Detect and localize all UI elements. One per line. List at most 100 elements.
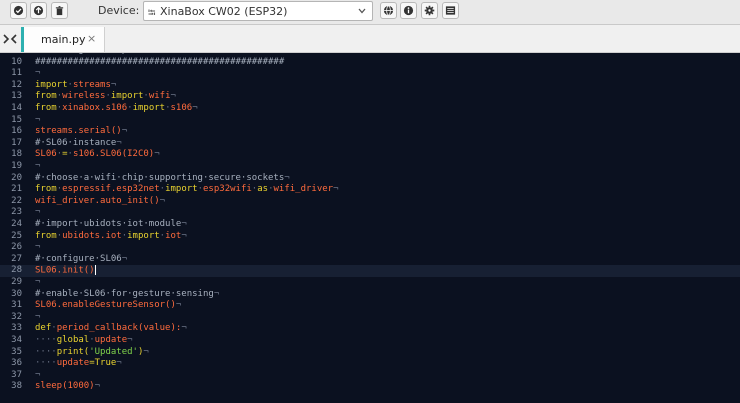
- code-token: import: [110, 91, 144, 102]
- info-button[interactable]: [400, 2, 417, 19]
- code-line[interactable]: 15 ¬: [0, 115, 740, 127]
- code-token: ····: [35, 358, 57, 369]
- line-number: 20: [11, 172, 22, 183]
- chevron-down-icon: [358, 8, 366, 14]
- settings-button[interactable]: [421, 2, 438, 19]
- code-line[interactable]: 23 ¬: [0, 207, 740, 219]
- code-token: ¬: [127, 335, 133, 345]
- code-line[interactable]: 31 SL06.enableGestureSensor()¬: [0, 300, 740, 312]
- code-token: ¬: [333, 184, 339, 195]
- text-cursor: [94, 265, 96, 276]
- code-line[interactable]: 10 ######################################…: [0, 57, 740, 69]
- clean-button[interactable]: [51, 2, 68, 19]
- code-line[interactable]: 22 wifi_driver.auto_init()¬: [0, 196, 740, 208]
- code-token: xinabox.s106: [62, 103, 128, 113]
- code-line[interactable]: 35 ····print('Updated')¬: [0, 347, 740, 359]
- code-text: SL06.init(): [35, 265, 96, 277]
- code-token: esp32wifi: [203, 184, 252, 195]
- code-token: ¬: [35, 311, 41, 322]
- sidebar-toggle[interactable]: [0, 25, 20, 52]
- code-line[interactable]: 18 SL06·=·s106.SL06(I2C0)¬: [0, 149, 740, 161]
- upload-button[interactable]: [30, 2, 47, 19]
- code-token: #·import·ubidots·iot·module: [35, 219, 182, 229]
- code-token: 'Updated': [89, 346, 138, 357]
- code-line[interactable]: 13 from·wireless·import·wifi¬: [0, 91, 740, 103]
- code-token: ¬: [170, 91, 176, 102]
- code-text: ¬: [35, 312, 40, 324]
- line-number: 11: [11, 68, 22, 79]
- code-token: s106.SL06(I2C0): [72, 149, 155, 160]
- code-line[interactable]: 17 #·SL06·instance¬: [0, 138, 740, 150]
- line-number: 29: [11, 277, 22, 287]
- device-select[interactable]: ⭾ XinaBox CW02 (ESP32): [143, 1, 373, 21]
- code-line[interactable]: 38 sleep(1000)¬: [0, 381, 740, 393]
- line-number: 10: [11, 56, 22, 67]
- code-line[interactable]: 32 ¬: [0, 312, 740, 324]
- tab-bar: main.py ×: [0, 25, 740, 53]
- code-line[interactable]: 24 #·import·ubidots·iot·module¬: [0, 219, 740, 231]
- code-text: from·wireless·import·wifi¬: [35, 91, 176, 103]
- code-token: ¬: [116, 358, 122, 369]
- code-token: ¬: [35, 207, 41, 218]
- code-line[interactable]: 28 SL06.init(): [0, 265, 740, 277]
- code-line[interactable]: 14 from·xinabox.s106·import·s106¬: [0, 103, 740, 115]
- code-token: wifi_driver.auto_init(): [35, 195, 160, 206]
- code-line[interactable]: 36 ····update=True¬: [0, 358, 740, 370]
- code-line[interactable]: 25 from·ubidots.iot·import·iot¬: [0, 231, 740, 243]
- code-token: ¬: [35, 114, 41, 125]
- code-token: from: [35, 103, 57, 113]
- tab-main-py[interactable]: main.py ×: [21, 27, 105, 52]
- code-token: import: [127, 230, 160, 241]
- code-line[interactable]: 12 import·streams¬: [0, 80, 740, 92]
- code-token: ¬: [284, 172, 290, 183]
- code-text: ¬: [35, 277, 40, 289]
- code-text: ¬: [35, 68, 40, 80]
- code-text: import·streams¬: [35, 80, 116, 92]
- line-number: 37: [11, 369, 22, 380]
- code-editor[interactable]: # needing to be printed on the console 10…: [0, 53, 740, 403]
- code-token: ¬: [35, 277, 41, 287]
- device-info-button[interactable]: [380, 2, 397, 19]
- code-line[interactable]: 37 ¬: [0, 370, 740, 382]
- code-line[interactable]: 19 ¬: [0, 161, 740, 173]
- code-token: ¬: [110, 79, 117, 90]
- code-line[interactable]: 30 #·enable·SL06·for·gesture·sensing¬: [0, 289, 740, 301]
- code-line[interactable]: 29 ¬: [0, 277, 740, 289]
- code-token: ¬: [35, 369, 41, 380]
- line-number: 34: [11, 335, 22, 345]
- code-token: ubidots.iot: [62, 230, 122, 241]
- code-token: update: [94, 335, 128, 345]
- verify-button[interactable]: [10, 2, 27, 19]
- code-line[interactable]: 21 from·espressif.esp32net·import·esp32wi…: [0, 184, 740, 196]
- code-text: SL06.enableGestureSensor()¬: [35, 300, 181, 312]
- usb-icon: ⭾: [148, 8, 156, 19]
- upload-icon: [33, 5, 44, 16]
- toolbar: Device: ⭾ XinaBox CW02 (ESP32): [0, 0, 740, 25]
- code-line[interactable]: 26 ¬: [0, 242, 740, 254]
- code-text: #·import·ubidots·iot·module¬: [35, 219, 187, 231]
- code-line[interactable]: 16 streams.serial()¬: [0, 126, 740, 138]
- tab-label: main.py: [41, 33, 86, 46]
- code-text: #·SL06·instance¬: [35, 138, 122, 150]
- close-icon[interactable]: ×: [87, 32, 96, 45]
- trash-icon: [55, 6, 64, 16]
- code-line[interactable]: 27 #·configure·SL06¬: [0, 254, 740, 266]
- line-number: 18: [11, 149, 22, 160]
- code-token: ¬: [121, 253, 128, 264]
- code-text: sleep(1000)¬: [35, 381, 100, 393]
- code-text: from·espressif.esp32net·import·esp32wifi…: [35, 184, 339, 196]
- console-button[interactable]: [442, 2, 459, 19]
- code-line[interactable]: 33 def·period_callback(value):¬: [0, 323, 740, 335]
- code-token: print(: [56, 346, 90, 357]
- code-token: ¬: [121, 126, 128, 137]
- code-token: s106: [170, 103, 193, 113]
- code-line[interactable]: 20 #·choose·a·wifi·chip·supporting·secure…: [0, 173, 740, 185]
- line-number: 30: [11, 288, 22, 299]
- line-number: 14: [11, 103, 22, 113]
- code-line[interactable]: 34 ····global·update¬: [0, 335, 740, 347]
- code-line[interactable]: 11 ¬: [0, 68, 740, 80]
- code-token: wifi_driver: [273, 184, 334, 195]
- line-number: 26: [11, 242, 22, 253]
- device-value: XinaBox CW02 (ESP32): [160, 5, 288, 18]
- code-text: #·choose·a·wifi·chip·supporting·secure·s…: [35, 173, 290, 185]
